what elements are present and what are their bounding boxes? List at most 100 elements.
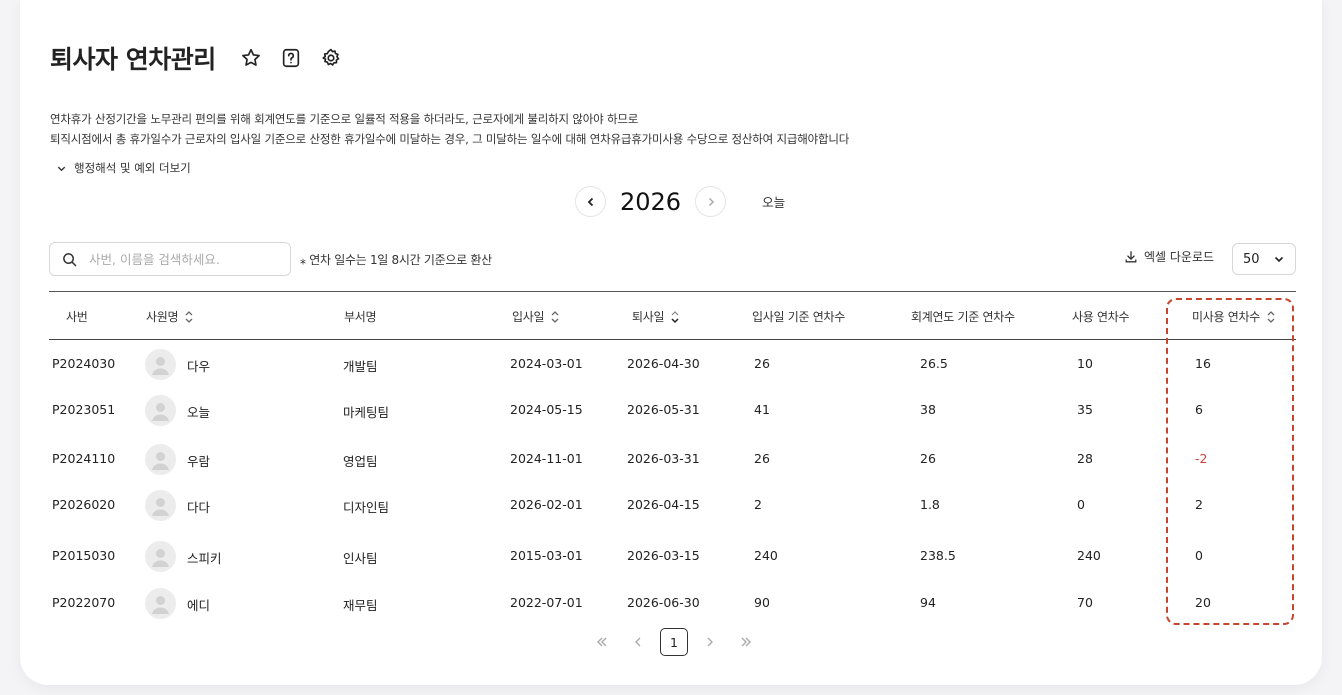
chevron-right-icon — [708, 197, 714, 206]
prev-year-button[interactable] — [575, 186, 606, 217]
header-join-date: 입사일 — [512, 308, 560, 325]
cell-used: 70 — [1077, 595, 1093, 610]
cell-fiscal-based: 238.5 — [920, 548, 956, 563]
help-icon[interactable] — [278, 45, 304, 71]
cell-unused: -2 — [1195, 451, 1208, 466]
avatar — [145, 444, 176, 475]
page-size-value: 50 — [1243, 251, 1260, 267]
header-fiscal-based: 회계연도 기준 연차수 — [911, 308, 1015, 325]
cell-leave-date: 2026-03-15 — [627, 548, 700, 563]
cell-used: 10 — [1077, 356, 1093, 371]
header-dept: 부서명 — [344, 308, 377, 325]
cell-name: 오늘 — [187, 405, 211, 420]
last-page-button[interactable] — [732, 628, 760, 656]
avatar — [145, 349, 176, 380]
cell-leave-date: 2026-04-30 — [627, 356, 700, 371]
header-name-label: 사원명 — [146, 310, 179, 324]
cell-join-based: 90 — [754, 595, 770, 610]
double-chevron-right-icon — [741, 637, 751, 647]
cell-used: 240 — [1077, 548, 1101, 563]
search-box — [49, 242, 291, 276]
header-unused-label: 미사용 연차수 — [1192, 310, 1260, 324]
cell-join-based: 240 — [754, 548, 778, 563]
star-icon[interactable] — [238, 45, 264, 71]
cell-dept: 개발팀 — [343, 359, 378, 374]
first-page-button[interactable] — [588, 628, 616, 656]
user-icon — [152, 596, 169, 614]
header-emp-no: 사번 — [66, 308, 88, 325]
cell-dept: 재무팀 — [343, 598, 378, 613]
sort-icon[interactable] — [1266, 310, 1276, 324]
cell-leave-date: 2026-06-30 — [627, 595, 700, 610]
header-dept-label: 부서명 — [344, 310, 377, 324]
conversion-note: ⁎ 연차 일수는 1일 8시간 기준으로 환산 — [300, 253, 492, 267]
page-1-button[interactable]: 1 — [660, 628, 688, 656]
cell-fiscal-based: 26 — [920, 451, 936, 466]
cell-unused: 20 — [1195, 595, 1211, 610]
title-row: 퇴사자 연차관리 — [50, 40, 344, 76]
more-toggle[interactable]: 행정해석 및 예외 더보기 — [56, 160, 191, 176]
more-toggle-label: 행정해석 및 예외 더보기 — [74, 161, 191, 175]
cell-used: 28 — [1077, 451, 1093, 466]
chevron-down-icon — [1274, 256, 1284, 263]
cell-join-date: 2015-03-01 — [510, 548, 583, 563]
chevron-left-icon — [587, 197, 593, 206]
header-join-based: 입사일 기준 연차수 — [752, 308, 845, 325]
header-leave-date-label: 퇴사일 — [632, 310, 665, 324]
description-line-2: 퇴직시점에서 총 휴가일수가 근로자의 입사일 기준으로 산정한 휴가일수에 미… — [50, 132, 850, 146]
sort-icon[interactable] — [550, 310, 560, 324]
cell-dept: 인사팀 — [343, 551, 378, 566]
user-icon — [152, 498, 169, 516]
pagination: 1 — [588, 628, 768, 656]
page-title: 퇴사자 연차관리 — [50, 45, 216, 74]
header-emp-no-label: 사번 — [66, 310, 88, 324]
cell-emp-no: P2024110 — [52, 451, 116, 466]
user-icon — [152, 452, 169, 470]
search-input[interactable] — [89, 251, 279, 267]
prev-page-button[interactable] — [624, 628, 652, 656]
cell-name: 다우 — [187, 359, 211, 374]
cell-name: 에디 — [187, 598, 211, 613]
excel-download-button[interactable]: 엑셀 다운로드 — [1124, 248, 1214, 265]
avatar — [145, 395, 176, 426]
year-label: 2026 — [620, 187, 682, 216]
cell-fiscal-based: 1.8 — [920, 497, 940, 512]
header-join-date-label: 입사일 — [512, 310, 545, 324]
cell-leave-date: 2026-05-31 — [627, 402, 700, 417]
header-unused: 미사용 연차수 — [1192, 308, 1276, 325]
avatar — [145, 588, 176, 619]
cell-unused: 0 — [1195, 548, 1203, 563]
cell-leave-date: 2026-03-31 — [627, 451, 700, 466]
cell-dept: 마케팅팀 — [343, 405, 390, 420]
page-size-select[interactable]: 50 — [1232, 243, 1296, 275]
table-top-border — [49, 291, 1296, 292]
user-icon — [152, 403, 169, 421]
cell-join-date: 2024-05-15 — [510, 402, 583, 417]
cell-dept: 디자인팀 — [343, 500, 390, 515]
chevron-left-icon — [635, 637, 641, 647]
year-nav: 2026 오늘 — [575, 186, 785, 217]
cell-emp-no: P2015030 — [52, 548, 116, 563]
next-year-button[interactable] — [695, 186, 727, 217]
cell-name: 다다 — [187, 500, 211, 515]
cell-unused: 6 — [1195, 402, 1203, 417]
user-icon — [152, 549, 169, 567]
next-page-button[interactable] — [696, 628, 724, 656]
header-name: 사원명 — [146, 308, 194, 325]
cell-join-date: 2024-11-01 — [510, 451, 583, 466]
cell-emp-no: P2024030 — [52, 356, 116, 371]
sort-icon[interactable] — [184, 310, 194, 324]
cell-leave-date: 2026-04-15 — [627, 497, 700, 512]
header-used-label: 사용 연차수 — [1072, 310, 1130, 324]
cell-join-date: 2022-07-01 — [510, 595, 583, 610]
cell-used: 0 — [1077, 497, 1085, 512]
cell-emp-no: P2022070 — [52, 595, 116, 610]
today-button[interactable]: 오늘 — [762, 192, 785, 211]
cell-fiscal-based: 38 — [920, 402, 936, 417]
header-fiscal-based-label: 회계연도 기준 연차수 — [911, 310, 1015, 324]
sort-desc-icon[interactable] — [670, 310, 680, 324]
cell-join-date: 2026-02-01 — [510, 497, 583, 512]
cell-unused: 16 — [1195, 356, 1211, 371]
gear-icon[interactable] — [318, 45, 344, 71]
excel-download-label: 엑셀 다운로드 — [1144, 250, 1215, 264]
